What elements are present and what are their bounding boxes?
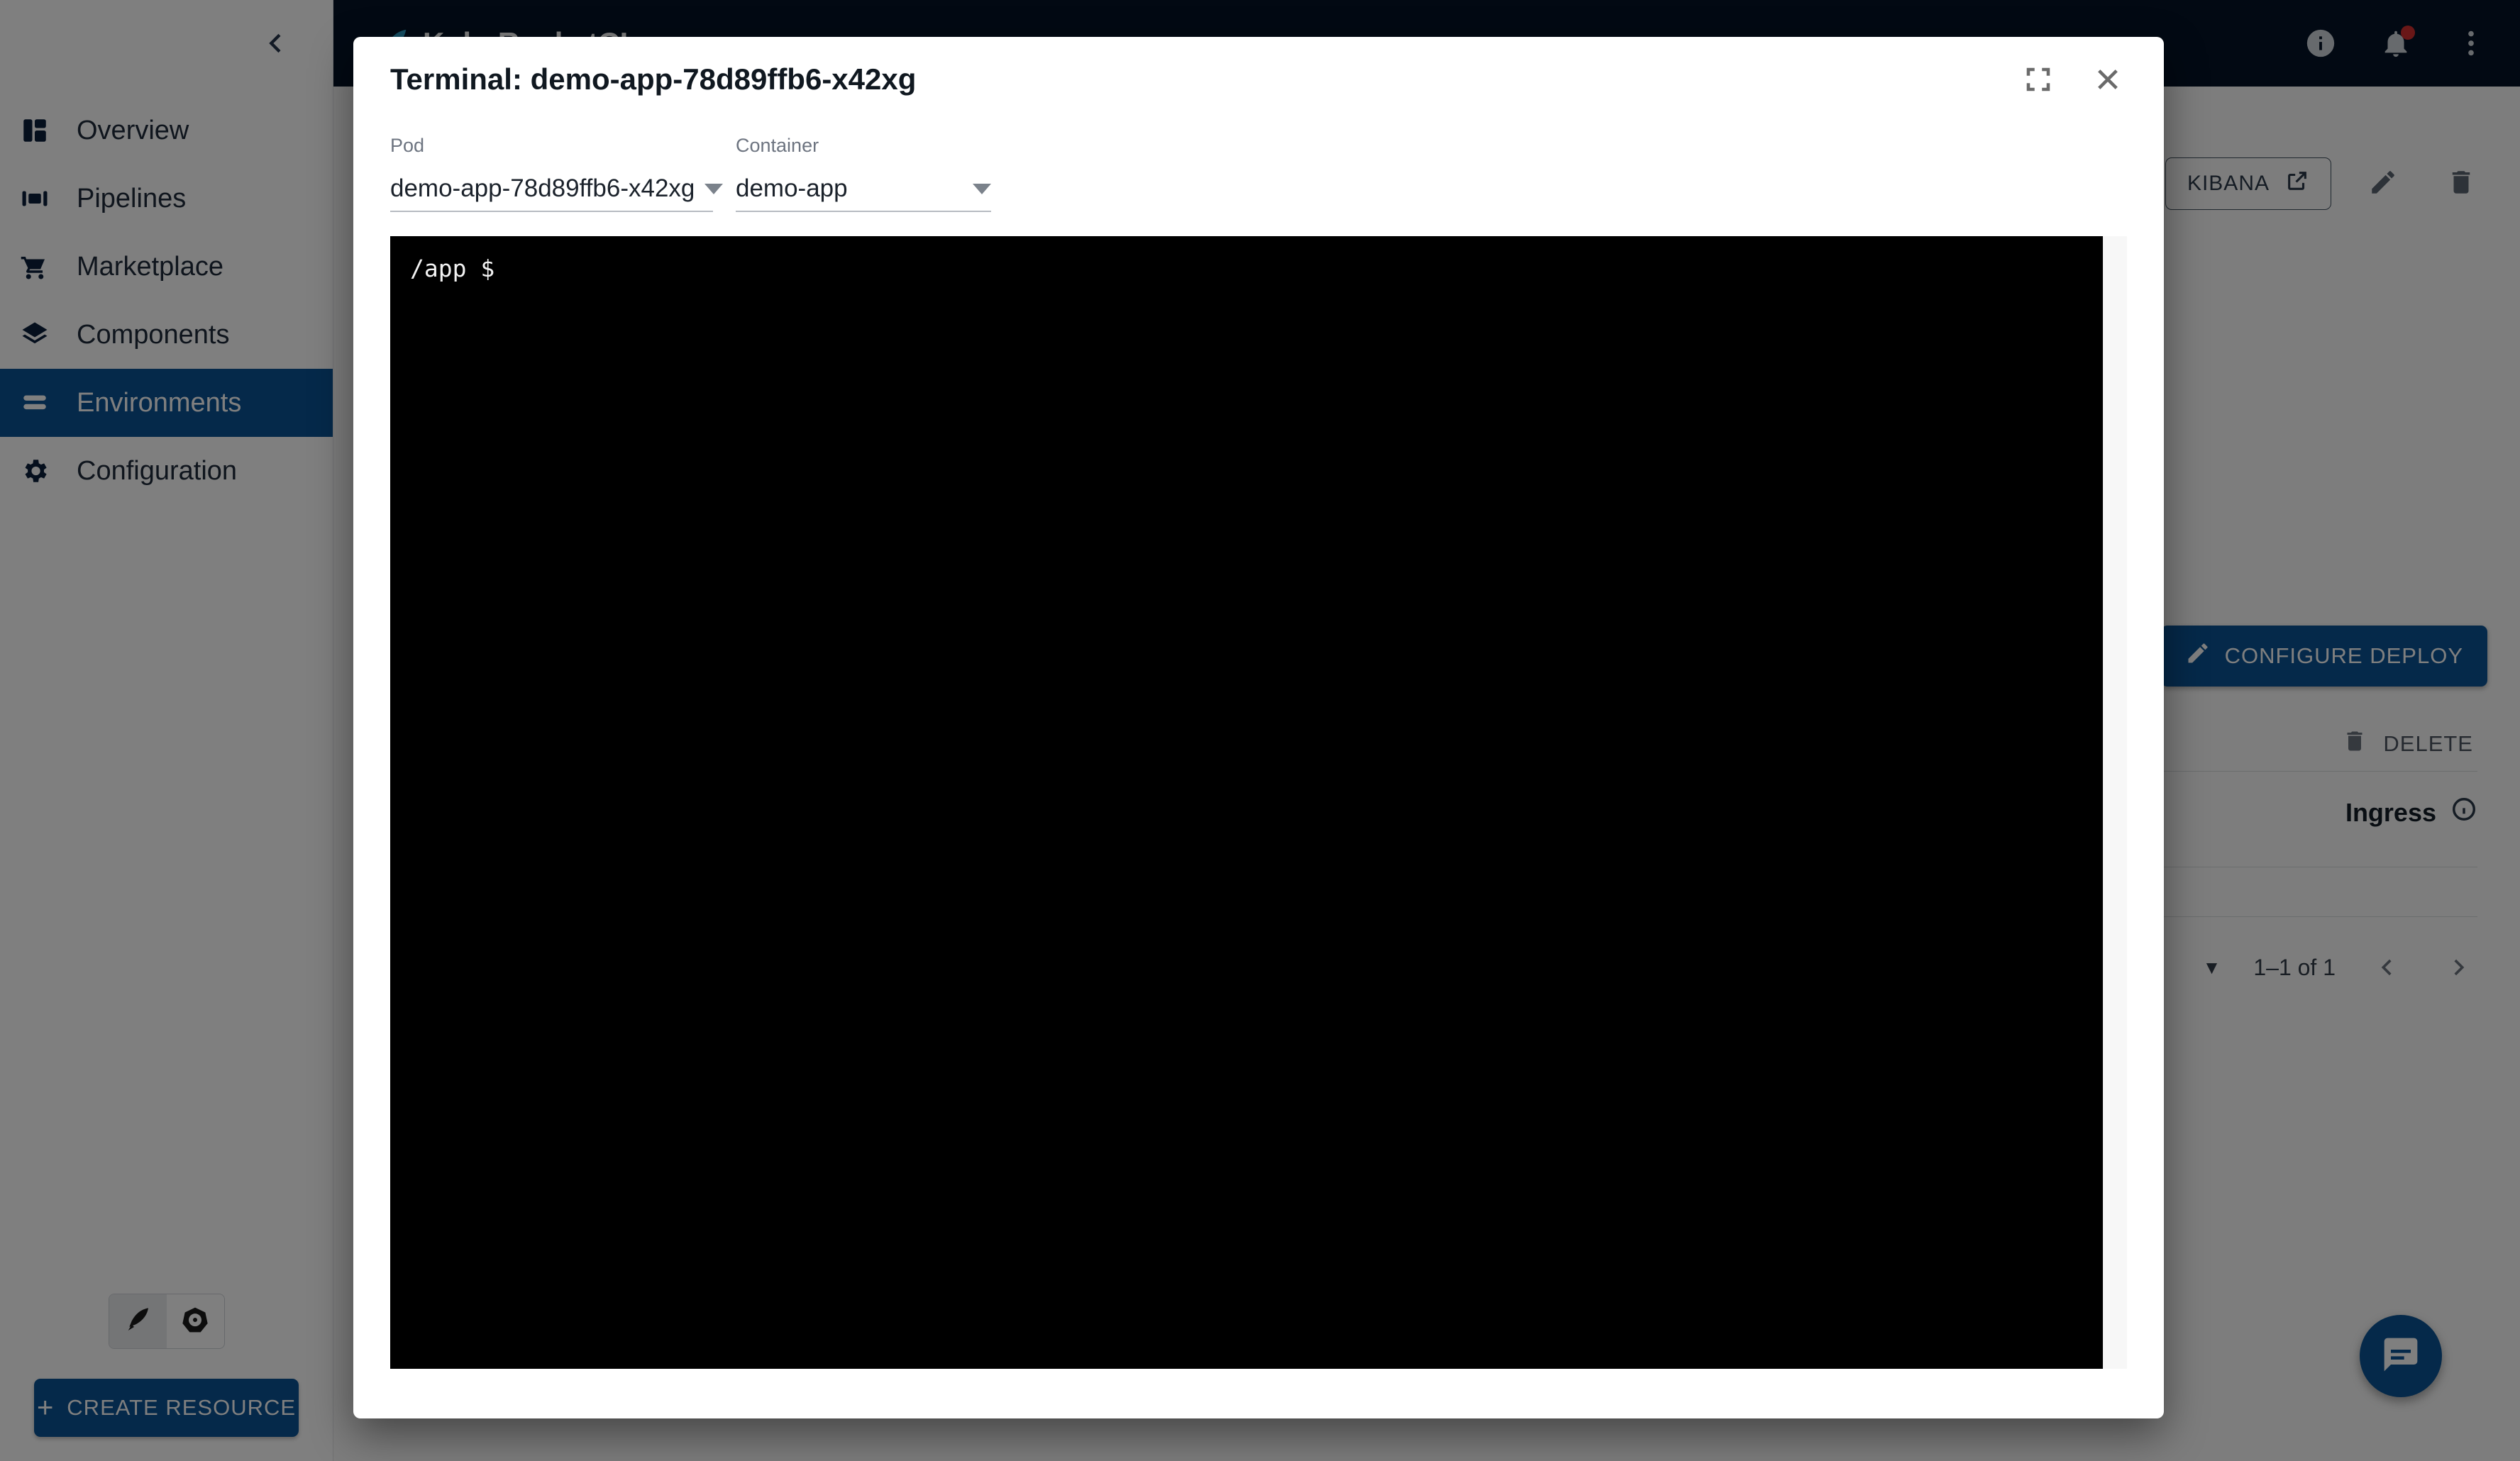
terminal-output[interactable]: /app $ <box>390 236 2103 1369</box>
terminal-dialog: Terminal: demo-app-78d89ffb6-x42xg Pod d… <box>353 37 2164 1418</box>
pod-field: Pod demo-app-78d89ffb6-x42xg <box>390 135 724 212</box>
chevron-down-icon <box>704 183 724 194</box>
pod-select-value: demo-app-78d89ffb6-x42xg <box>390 174 695 202</box>
terminal-area: /app $ <box>390 236 2127 1369</box>
container-select[interactable]: demo-app <box>736 167 991 212</box>
close-icon[interactable] <box>2086 57 2130 101</box>
dialog-selectors: Pod demo-app-78d89ffb6-x42xg Container d… <box>353 122 2164 212</box>
pod-select[interactable]: demo-app-78d89ffb6-x42xg <box>390 167 724 212</box>
container-select-value: demo-app <box>736 174 848 202</box>
dialog-title: Terminal: demo-app-78d89ffb6-x42xg <box>390 62 917 96</box>
container-field: Container demo-app <box>736 135 991 212</box>
pod-label: Pod <box>390 135 425 156</box>
terminal-scrollbar[interactable] <box>2103 236 2127 1369</box>
dialog-header: Terminal: demo-app-78d89ffb6-x42xg <box>353 37 2164 122</box>
fullscreen-icon[interactable] <box>2016 57 2060 101</box>
container-label: Container <box>736 135 819 156</box>
chevron-down-icon <box>973 183 991 194</box>
terminal-line: /app $ <box>410 255 495 282</box>
dialog-header-actions <box>2016 37 2130 122</box>
